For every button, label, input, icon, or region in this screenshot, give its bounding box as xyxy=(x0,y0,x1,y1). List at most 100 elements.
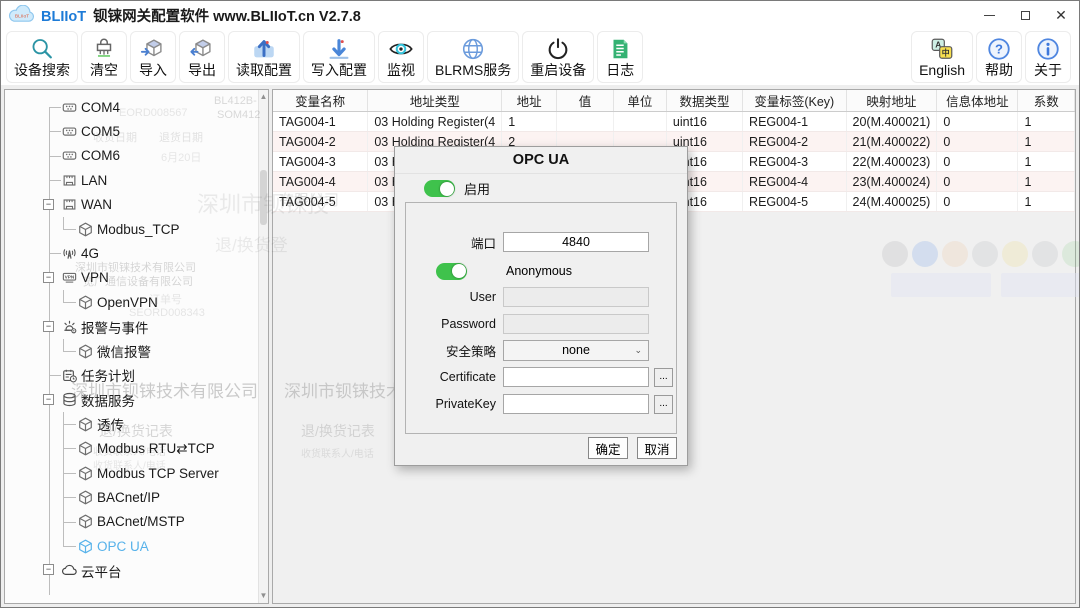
device-tree: COM4COM5COM6LAN−WANModbus_TCP4G−VPNVPNOp… xyxy=(5,90,258,603)
tree-item-数据服务[interactable]: −数据服务 xyxy=(5,388,258,412)
table-cell[interactable]: TAG004-2 xyxy=(273,132,368,152)
table-cell[interactable]: 03 Holding Register(4 xyxy=(368,112,502,132)
toolbar-restart-device-button[interactable]: 重启设备 xyxy=(522,31,594,83)
table-cell[interactable] xyxy=(557,112,614,132)
table-cell[interactable]: REG004-1 xyxy=(743,112,846,132)
tree-item-openvpn[interactable]: OpenVPN xyxy=(5,290,258,314)
tree-expander[interactable]: − xyxy=(43,321,54,332)
close-button[interactable]: ✕ xyxy=(1053,7,1069,23)
anonymous-toggle[interactable] xyxy=(436,263,467,280)
scroll-up-arrow[interactable]: ▲ xyxy=(259,91,268,103)
security-policy-select[interactable]: none ⌄ xyxy=(503,340,649,361)
cancel-button[interactable]: 取消 xyxy=(637,437,677,459)
table-cell[interactable]: TAG004-1 xyxy=(273,112,368,132)
svg-text:?: ? xyxy=(995,42,1003,57)
ethernet-icon xyxy=(62,173,77,188)
table-cell[interactable]: 0 xyxy=(937,112,1018,132)
table-cell[interactable]: REG004-2 xyxy=(743,132,846,152)
tree-item-透传[interactable]: 透传 xyxy=(5,412,258,436)
table-cell[interactable]: TAG004-5 xyxy=(273,192,368,212)
tree-connector-line xyxy=(63,229,76,230)
tree-item-lan[interactable]: LAN xyxy=(5,168,258,192)
table-cell[interactable]: 0 xyxy=(937,172,1018,192)
table-cell[interactable]: 23(M.400024) xyxy=(846,172,937,192)
tree-item-bacnet/ip[interactable]: BACnet/IP xyxy=(5,485,258,509)
cloud-icon xyxy=(62,563,77,578)
scroll-down-arrow[interactable]: ▼ xyxy=(259,590,268,602)
tree-item-com6[interactable]: COM6 xyxy=(5,144,258,168)
tree-item-com5[interactable]: COM5 xyxy=(5,119,258,143)
tree-item-任务计划[interactable]: 任务计划 xyxy=(5,363,258,387)
table-cell[interactable]: TAG004-3 xyxy=(273,152,368,172)
brush-icon xyxy=(91,36,117,62)
toolbar-device-search-button[interactable]: 设备搜索 xyxy=(6,31,78,83)
table-cell[interactable]: 1 xyxy=(1018,112,1075,132)
table-cell[interactable]: 0 xyxy=(937,132,1018,152)
tree-item-modbus-rtu⇄tcp[interactable]: Modbus RTU⇄TCP xyxy=(5,436,258,460)
enable-toggle[interactable] xyxy=(424,180,455,197)
port-input[interactable] xyxy=(503,232,649,252)
tree-item-bacnet/mstp[interactable]: BACnet/MSTP xyxy=(5,510,258,534)
tree-item-opc-ua[interactable]: OPC UA xyxy=(5,534,258,558)
table-cell[interactable]: uint16 xyxy=(666,112,742,132)
tree-item-vpn[interactable]: −VPNVPN xyxy=(5,266,258,290)
tree-expander[interactable]: − xyxy=(43,394,54,405)
table-cell[interactable]: 21(M.400022) xyxy=(846,132,937,152)
table-row[interactable]: TAG004-103 Holding Register(41uint16REG0… xyxy=(273,112,1075,132)
table-cell[interactable]: 20(M.400021) xyxy=(846,112,937,132)
certificate-input[interactable] xyxy=(503,367,649,387)
tree-connector-line xyxy=(49,107,61,108)
toolbar-read-config-button[interactable]: 读取配置 xyxy=(228,31,300,83)
tree-item-modbus_tcp[interactable]: Modbus_TCP xyxy=(5,217,258,241)
tree-expander[interactable]: − xyxy=(43,564,54,575)
table-cell[interactable]: 1 xyxy=(1018,132,1075,152)
table-cell[interactable]: 0 xyxy=(937,152,1018,172)
minimize-button[interactable] xyxy=(981,7,997,23)
svg-text:BLIIoT: BLIIoT xyxy=(15,13,29,19)
table-cell[interactable]: 0 xyxy=(937,192,1018,212)
toolbar-help-button[interactable]: ? 帮助 xyxy=(976,31,1022,83)
table-cell[interactable]: 1 xyxy=(502,112,557,132)
toolbar-monitor-button[interactable]: 监视 xyxy=(378,31,424,83)
privatekey-browse-button[interactable]: ... xyxy=(654,395,673,414)
toolbar-log-button[interactable]: 日志 xyxy=(597,31,643,83)
toolbar-about-button[interactable]: 关于 xyxy=(1025,31,1071,83)
ethernet-icon xyxy=(62,197,77,212)
toolbar-blrms-service-button[interactable]: BLRMS服务 xyxy=(427,31,519,83)
table-cell[interactable]: REG004-4 xyxy=(743,172,846,192)
table-cell[interactable]: 1 xyxy=(1018,152,1075,172)
table-cell[interactable]: TAG004-4 xyxy=(273,172,368,192)
tree-item-报警与事件[interactable]: −报警与事件 xyxy=(5,315,258,339)
tree-item-modbus-tcp-server[interactable]: Modbus TCP Server xyxy=(5,461,258,485)
table-cell[interactable]: REG004-5 xyxy=(743,192,846,212)
tree-item-微信报警[interactable]: 微信报警 xyxy=(5,339,258,363)
tree-item-com4[interactable]: COM4 xyxy=(5,95,258,119)
certificate-browse-button[interactable]: ... xyxy=(654,368,673,387)
opcua-settings-group: 端口 Anonymous User Password 安全策略 none ⌄ xyxy=(405,202,677,434)
maximize-button[interactable] xyxy=(1017,7,1033,23)
table-cell[interactable]: 1 xyxy=(1018,192,1075,212)
tree-item-云平台[interactable]: −云平台 xyxy=(5,558,258,582)
table-cell[interactable]: 22(M.400023) xyxy=(846,152,937,172)
tree-scrollbar[interactable]: ▲ ▼ xyxy=(258,90,268,603)
tree-connector-line xyxy=(63,339,64,351)
toolbar-import-button[interactable]: 导入 xyxy=(130,31,176,83)
scroll-thumb[interactable] xyxy=(260,170,267,225)
node-icon xyxy=(78,344,93,359)
privatekey-input[interactable] xyxy=(503,394,649,414)
table-cell[interactable] xyxy=(613,112,666,132)
toolbar-english-button[interactable]: A中 English xyxy=(911,31,973,83)
node-icon xyxy=(78,417,93,432)
toolbar-export-button[interactable]: 导出 xyxy=(179,31,225,83)
table-cell[interactable]: REG004-3 xyxy=(743,152,846,172)
ok-button[interactable]: 确定 xyxy=(588,437,628,459)
table-cell[interactable]: 24(M.400025) xyxy=(846,192,937,212)
column-header: 值 xyxy=(557,90,614,112)
tree-expander[interactable]: − xyxy=(43,272,54,283)
tree-item-wan[interactable]: −WAN xyxy=(5,193,258,217)
tree-expander[interactable]: − xyxy=(43,199,54,210)
toolbar-write-config-button[interactable]: 写入配置 xyxy=(303,31,375,83)
toolbar-clear-button[interactable]: 清空 xyxy=(81,31,127,83)
tree-item-4g[interactable]: 4G xyxy=(5,241,258,265)
table-cell[interactable]: 1 xyxy=(1018,172,1075,192)
